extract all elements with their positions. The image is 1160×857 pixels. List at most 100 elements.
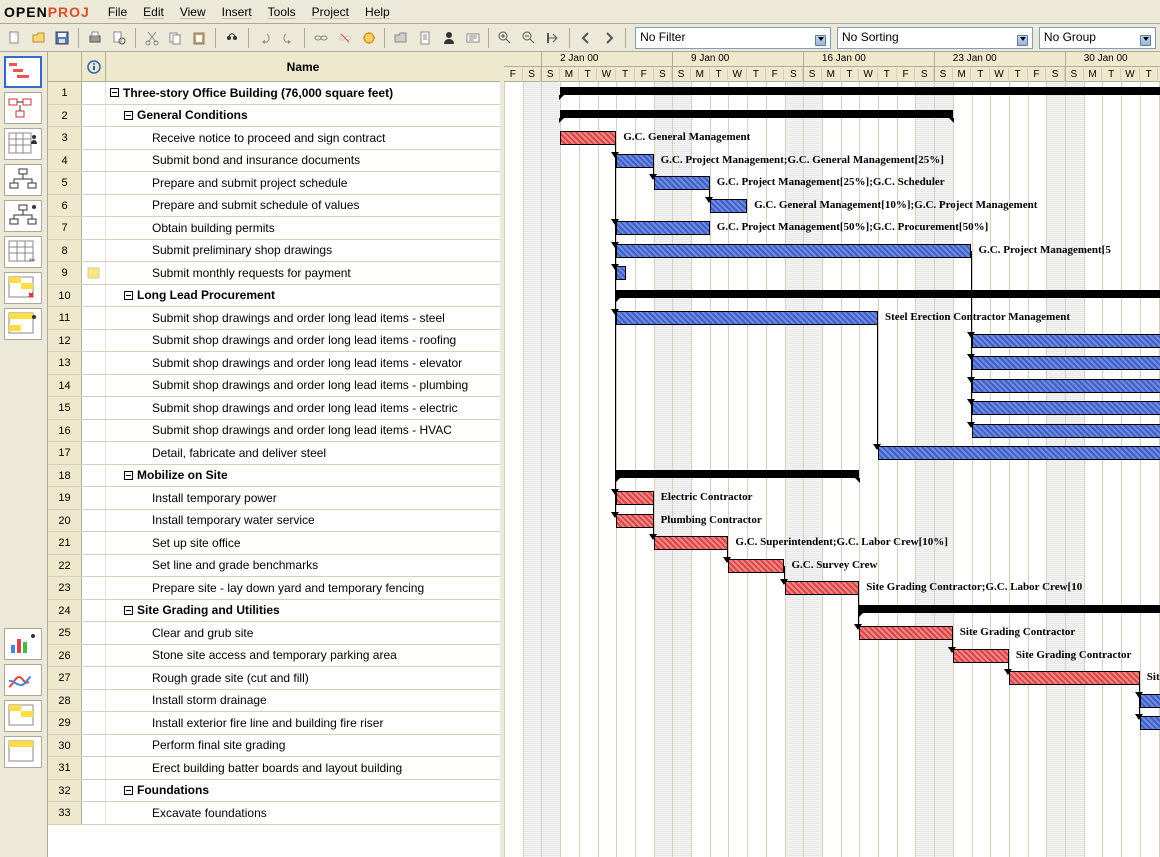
menu-help[interactable]: Help: [357, 2, 398, 22]
task-name[interactable]: Clear and grub site: [106, 622, 500, 644]
task-row[interactable]: 33Excavate foundations: [48, 802, 500, 825]
sort-dropdown[interactable]: No Sorting: [837, 27, 1033, 49]
task-bar[interactable]: Site Grading Contractor: [859, 626, 953, 640]
redo-icon[interactable]: [277, 27, 299, 49]
open-icon[interactable]: [28, 27, 50, 49]
task-name[interactable]: Submit shop drawings and order long lead…: [106, 420, 500, 442]
task-row[interactable]: 6Prepare and submit schedule of values: [48, 195, 500, 218]
task-bar[interactable]: [972, 401, 1160, 415]
task-name[interactable]: Erect building batter boards and layout …: [106, 757, 500, 779]
information-icon[interactable]: [414, 27, 436, 49]
task-name[interactable]: Install temporary water service: [106, 510, 500, 532]
task-name[interactable]: Submit shop drawings and order long lead…: [106, 375, 500, 397]
row-number[interactable]: 14: [48, 375, 82, 397]
task-usage-view-button[interactable]: [4, 272, 42, 304]
task-name[interactable]: Three-story Office Building (76,000 squa…: [106, 82, 500, 104]
task-bar[interactable]: Site: [1009, 671, 1140, 685]
task-name[interactable]: Stone site access and temporary parking …: [106, 645, 500, 667]
task-row[interactable]: 12Submit shop drawings and order long le…: [48, 330, 500, 353]
task-bar[interactable]: Electric Contractor: [616, 491, 653, 505]
task-row[interactable]: 7Obtain building permits: [48, 217, 500, 240]
task-row[interactable]: 8Submit preliminary shop drawings: [48, 240, 500, 263]
task-row[interactable]: 25Clear and grub site: [48, 622, 500, 645]
row-number[interactable]: 24: [48, 600, 82, 622]
next-icon[interactable]: [598, 27, 620, 49]
task-row[interactable]: 21Set up site office: [48, 532, 500, 555]
row-number[interactable]: 6: [48, 195, 82, 217]
task-bar[interactable]: G.C. General Management[10%];G.C. Projec…: [710, 199, 747, 213]
collapse-icon[interactable]: [124, 786, 133, 795]
row-number[interactable]: 4: [48, 150, 82, 172]
task-bar[interactable]: [972, 424, 1160, 438]
histogram-view-button[interactable]: [4, 628, 42, 660]
task-row[interactable]: 18Mobilize on Site: [48, 465, 500, 488]
task-name[interactable]: Submit bond and insurance documents: [106, 150, 500, 172]
task-row[interactable]: 29Install exterior fire line and buildin…: [48, 712, 500, 735]
row-number[interactable]: 26: [48, 645, 82, 667]
row-number[interactable]: 20: [48, 510, 82, 532]
summary-bar[interactable]: [616, 290, 1160, 298]
link-icon[interactable]: [310, 27, 332, 49]
task-row[interactable]: 20 Install temporary water service: [48, 510, 500, 533]
row-number[interactable]: 29: [48, 712, 82, 734]
task-row[interactable]: 10 Long Lead Procurement: [48, 285, 500, 308]
task-row[interactable]: 5Prepare and submit project schedule: [48, 172, 500, 195]
task-bar[interactable]: [972, 334, 1160, 348]
task-row[interactable]: 28Install storm drainage: [48, 690, 500, 713]
task-name[interactable]: Long Lead Procurement: [106, 285, 500, 307]
task-bar[interactable]: Steel Erection Contractor Management: [616, 311, 878, 325]
resources-view-button[interactable]: [4, 128, 42, 160]
row-number[interactable]: 27: [48, 667, 82, 689]
rbs-view-button[interactable]: [4, 200, 42, 232]
prev-icon[interactable]: [575, 27, 597, 49]
task-name[interactable]: Submit shop drawings and order long lead…: [106, 330, 500, 352]
indicator-header[interactable]: [82, 52, 106, 81]
task-name[interactable]: Install storm drainage: [106, 690, 500, 712]
task-bar[interactable]: G.C. General Management: [560, 131, 616, 145]
task-row[interactable]: 32 Foundations: [48, 780, 500, 803]
menu-project[interactable]: Project: [304, 2, 357, 22]
task-row[interactable]: 9Submit monthly requests for payment: [48, 262, 500, 285]
paste-icon[interactable]: [188, 27, 210, 49]
zoom-out-icon[interactable]: [518, 27, 540, 49]
task-name[interactable]: Submit preliminary shop drawings: [106, 240, 500, 262]
summary-bar[interactable]: [560, 110, 953, 118]
scroll-to-task-icon[interactable]: [542, 27, 564, 49]
wbs-view-button[interactable]: [4, 164, 42, 196]
task-name[interactable]: Foundations: [106, 780, 500, 802]
task-name[interactable]: Obtain building permits: [106, 217, 500, 239]
task-bar[interactable]: G.C. Project Management[50%];G.C. Procur…: [616, 221, 710, 235]
task-row[interactable]: 1Three-story Office Building (76,000 squ…: [48, 82, 500, 105]
report-view-button[interactable]: ✏: [4, 236, 42, 268]
summary-bar[interactable]: [616, 470, 859, 478]
task-name[interactable]: Site Grading and Utilities: [106, 600, 500, 622]
menu-insert[interactable]: Insert: [214, 2, 260, 22]
task-bar[interactable]: Plumbing Contractor: [616, 514, 653, 528]
task-name[interactable]: Submit shop drawings and order long lead…: [106, 307, 500, 329]
collapse-icon[interactable]: [124, 111, 133, 120]
task-bar[interactable]: [1140, 694, 1160, 708]
task-row[interactable]: 11Submit shop drawings and order long le…: [48, 307, 500, 330]
row-number[interactable]: 22: [48, 555, 82, 577]
task-row[interactable]: 31 Erect building batter boards and layou…: [48, 757, 500, 780]
task-row[interactable]: 26 Stone site access and temporary parkin…: [48, 645, 500, 668]
task-row[interactable]: 13Submit shop drawings and order long le…: [48, 352, 500, 375]
task-name[interactable]: Prepare site - lay down yard and tempora…: [106, 577, 500, 599]
row-number[interactable]: 9: [48, 262, 82, 284]
notes-icon[interactable]: [462, 27, 484, 49]
task-row[interactable]: 27Rough grade site (cut and fill): [48, 667, 500, 690]
task-name[interactable]: Excavate foundations: [106, 802, 500, 824]
undo-icon[interactable]: [254, 27, 276, 49]
row-number[interactable]: 31: [48, 757, 82, 779]
row-number[interactable]: 32: [48, 780, 82, 802]
task-name[interactable]: Set line and grade benchmarks: [106, 555, 500, 577]
row-number[interactable]: 19: [48, 487, 82, 509]
print-preview-icon[interactable]: [108, 27, 130, 49]
task-bar[interactable]: [972, 356, 1160, 370]
row-number[interactable]: 21: [48, 532, 82, 554]
row-number[interactable]: 5: [48, 172, 82, 194]
print-icon[interactable]: [84, 27, 106, 49]
resource-usage-view-button[interactable]: [4, 308, 42, 340]
row-number[interactable]: 10: [48, 285, 82, 307]
task-name[interactable]: Mobilize on Site: [106, 465, 500, 487]
